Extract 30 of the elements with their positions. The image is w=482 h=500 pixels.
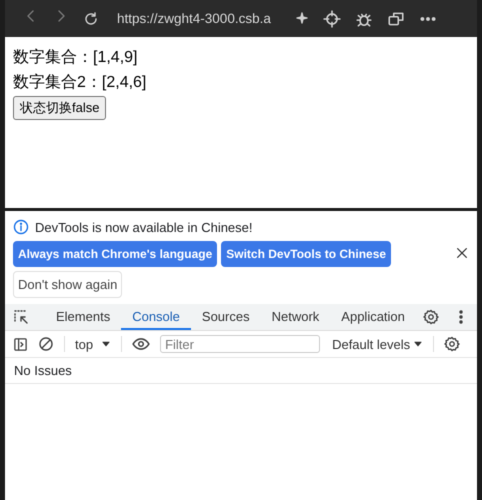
toggle-button[interactable]: 状态切换false — [13, 96, 106, 120]
clear-icon[interactable] — [38, 336, 54, 352]
settings-icon[interactable] — [423, 309, 439, 325]
devtools-tab[interactable]: Elements — [45, 304, 122, 330]
caret-icon — [413, 339, 424, 349]
context-dropdown[interactable]: top — [75, 336, 112, 352]
language-button[interactable]: Switch DevTools to Chinese — [221, 241, 392, 267]
language-button[interactable]: Always match Chrome's language — [13, 241, 218, 267]
inspect-icon[interactable] — [13, 309, 29, 325]
levels-dropdown[interactable]: Default levels — [332, 336, 424, 352]
settings-icon[interactable] — [444, 336, 460, 352]
sidebar-icon[interactable] — [13, 336, 28, 352]
devtools-tab[interactable]: Sources — [190, 304, 261, 330]
filter-field[interactable]: Filter — [160, 335, 320, 353]
info-message: DevTools is now available in Chinese! — [35, 220, 253, 234]
issues-status: No Issues — [14, 363, 72, 378]
devtools-tab[interactable]: Network — [260, 304, 330, 330]
address-bar[interactable]: https://zwght4-3000.csb.a — [117, 11, 271, 26]
info-icon — [13, 219, 29, 235]
close-icon[interactable] — [455, 246, 469, 260]
text-line: 数字集合：[1,4,9] — [13, 48, 138, 68]
caret-icon — [101, 339, 112, 349]
windows-icon[interactable] — [386, 10, 405, 28]
devtools-tab[interactable]: Application — [330, 304, 416, 330]
devtools-tab[interactable]: Console — [121, 304, 191, 330]
dismiss-button[interactable]: Don't show again — [13, 271, 122, 298]
eye-icon[interactable] — [132, 335, 150, 353]
text-line: 数字集合2：[2,4,6] — [13, 72, 146, 93]
crosshair-icon[interactable] — [322, 10, 341, 28]
reload-icon[interactable] — [83, 10, 99, 26]
